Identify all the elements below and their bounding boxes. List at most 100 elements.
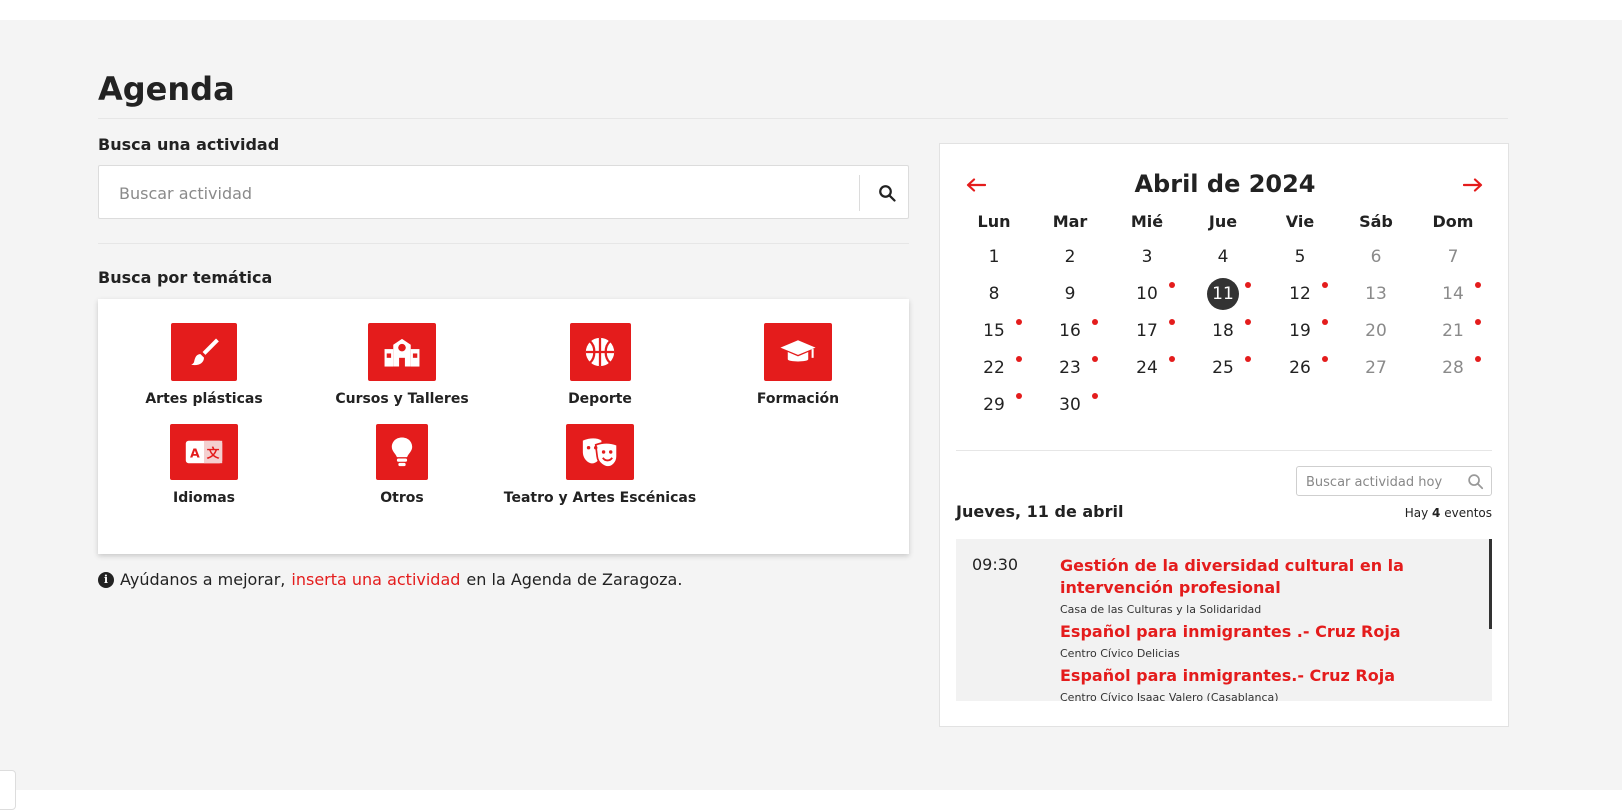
day-number: 4 — [1217, 247, 1229, 267]
calendar-day[interactable]: 14 — [1415, 278, 1491, 310]
calendar-day[interactable]: 26 — [1262, 352, 1338, 384]
calendar-day[interactable]: 13 — [1338, 278, 1414, 310]
event-time: 09:30 — [972, 555, 1019, 574]
calendar-day[interactable]: 27 — [1338, 352, 1414, 384]
weekday-label: Mié — [1130, 212, 1164, 231]
calendar-day[interactable]: 17 — [1109, 315, 1185, 347]
calendar-day-selected[interactable]: 11 — [1185, 278, 1261, 310]
theme-otros[interactable]: Otros — [303, 424, 501, 508]
search-input[interactable] — [119, 180, 819, 206]
theme-teatro[interactable]: Teatro y Artes Escénicas — [501, 424, 699, 508]
day-number: 12 — [1289, 284, 1311, 304]
calendar-day[interactable]: 8 — [956, 278, 1032, 310]
floating-tab[interactable] — [0, 770, 16, 810]
svg-text:A: A — [190, 446, 200, 461]
calendar-day[interactable]: 28 — [1415, 352, 1491, 384]
page-title: Agenda — [98, 70, 235, 108]
calendar-day[interactable]: 15 — [956, 315, 1032, 347]
calendar-day[interactable]: 19 — [1262, 315, 1338, 347]
event-dot-icon — [1169, 319, 1175, 325]
footer-strip — [0, 790, 1622, 810]
day-number: 3 — [1141, 247, 1153, 267]
lightbulb-icon — [391, 437, 413, 467]
theme-deporte[interactable]: Deporte — [501, 323, 699, 409]
calendar-day[interactable]: 7 — [1415, 241, 1491, 273]
calendar-day[interactable]: 12 — [1262, 278, 1338, 310]
event-count-prefix: Hay — [1404, 506, 1429, 520]
scrollbar-thumb[interactable] — [1489, 539, 1492, 629]
calendar-day[interactable]: 25 — [1185, 352, 1261, 384]
svg-text:文: 文 — [207, 446, 220, 461]
event-title[interactable]: Español para inmigrantes .- Cruz Roja — [1060, 621, 1475, 643]
calendar-day[interactable]: 24 — [1109, 352, 1185, 384]
selected-day-heading: Jueves, 11 de abril — [956, 502, 1124, 521]
calendar-day[interactable]: 9 — [1032, 278, 1108, 310]
theme-formacion[interactable]: Formación — [699, 323, 897, 409]
calendar-day[interactable]: 18 — [1185, 315, 1261, 347]
day-number: 18 — [1212, 321, 1234, 341]
event-items: Gestión de la diversidad cultural en la … — [1060, 555, 1475, 701]
theme-tile — [764, 323, 832, 381]
calendar-day[interactable]: 6 — [1338, 241, 1414, 273]
day-number: 6 — [1370, 247, 1382, 267]
theme-tile — [368, 323, 436, 381]
calendar-day[interactable]: 1 — [956, 241, 1032, 273]
theme-label: Deporte — [568, 391, 632, 407]
weekday-label: Dom — [1432, 212, 1474, 231]
paintbrush-icon — [191, 338, 219, 366]
calendar-day[interactable]: 10 — [1109, 278, 1185, 310]
calendar-day[interactable]: 3 — [1109, 241, 1185, 273]
day-number: 25 — [1212, 358, 1234, 378]
calendar-day[interactable]: 30 — [1032, 389, 1108, 421]
insert-activity-link[interactable]: inserta una actividad — [291, 570, 460, 589]
event-count-suffix: eventos — [1444, 506, 1492, 520]
day-number: 22 — [983, 358, 1005, 378]
calendar-day[interactable]: 29 — [956, 389, 1032, 421]
event-dot-icon — [1322, 319, 1328, 325]
divider — [859, 175, 860, 211]
calendar-month-title: Abril de 2024 — [1134, 170, 1316, 198]
day-number: 5 — [1294, 247, 1306, 267]
event-dot-icon — [1016, 393, 1022, 399]
day-number: 9 — [1064, 284, 1076, 304]
theme-label: Idiomas — [172, 490, 235, 506]
help-prefix: Ayúdanos a mejorar, — [120, 570, 286, 589]
search-icon — [879, 185, 896, 202]
event-list[interactable]: 09:30 Gestión de la diversidad cultural … — [956, 539, 1492, 701]
calendar-day[interactable]: 2 — [1032, 241, 1108, 273]
today-search-input[interactable] — [1306, 473, 1456, 491]
search-icon[interactable] — [1467, 473, 1484, 494]
day-number: 27 — [1365, 358, 1387, 378]
calendar-day[interactable]: 5 — [1262, 241, 1338, 273]
calendar-day[interactable]: 16 — [1032, 315, 1108, 347]
theme-label: Cursos y Talleres — [335, 391, 469, 407]
event-place: Centro Cívico Isaac Valero (Casablanca) — [1060, 691, 1279, 701]
event-count: Hay 4 eventos — [1405, 506, 1492, 520]
divider — [956, 450, 1492, 451]
event-dot-icon — [1092, 393, 1098, 399]
today-search — [1296, 466, 1492, 496]
search-button[interactable] — [867, 176, 907, 210]
school-icon — [384, 338, 420, 367]
event-dot-icon — [1245, 282, 1251, 288]
day-number: 21 — [1442, 321, 1464, 341]
calendar-day[interactable]: 22 — [956, 352, 1032, 384]
theme-cursos-talleres[interactable]: Cursos y Talleres — [303, 323, 501, 409]
event-dot-icon — [1245, 319, 1251, 325]
calendar-day[interactable]: 4 — [1185, 241, 1261, 273]
theme-idiomas[interactable]: A文 Idiomas — [105, 424, 303, 508]
calendar-day[interactable]: 23 — [1032, 352, 1108, 384]
calendar-day[interactable]: 20 — [1338, 315, 1414, 347]
theme-artes-plasticas[interactable]: Artes plásticas — [105, 323, 303, 409]
day-number: 19 — [1289, 321, 1311, 341]
theme-label: Teatro y Artes Escénicas — [503, 490, 697, 506]
weekday-label: Vie — [1285, 212, 1315, 231]
event-title[interactable]: Español para inmigrantes.- Cruz Roja — [1060, 665, 1475, 687]
calendar-day[interactable]: 21 — [1415, 315, 1491, 347]
theme-tile — [376, 424, 428, 480]
help-notice: i Ayúdanos a mejorar, inserta una activi… — [98, 570, 682, 589]
event-title[interactable]: Gestión de la diversidad cultural en la … — [1060, 555, 1475, 599]
next-month-button[interactable] — [1458, 172, 1488, 198]
theme-tile — [171, 323, 237, 381]
info-icon: i — [98, 571, 114, 588]
